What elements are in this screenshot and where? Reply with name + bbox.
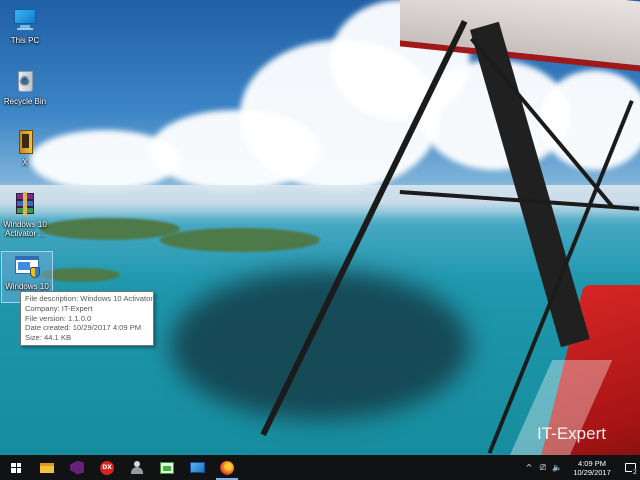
tooltip-version: File version: 1.1.0.0 [25, 313, 92, 323]
desktop-icon-activator-archive[interactable]: Windows 10 Activator ... [0, 190, 50, 238]
recycle-bin-icon: ♻ [11, 67, 39, 95]
taskbar-activator-app[interactable] [152, 455, 182, 480]
dx-icon: DX [100, 460, 114, 475]
user-icon [131, 461, 143, 474]
taskbar: DX ^ ⎚ 🔈 4:09 PM 10/29/2017 2 [0, 455, 640, 480]
taskbar-clock[interactable]: 4:09 PM 10/29/2017 [567, 459, 617, 477]
volume-icon[interactable]: 🔈 [550, 455, 564, 480]
taskbar-user-app[interactable] [122, 455, 152, 480]
desktop-wallpaper[interactable]: IT-Expert [0, 0, 640, 455]
activator-icon [160, 461, 174, 474]
tooltip-size: Size: 44.1 KB [25, 333, 72, 343]
taskbar-visual-studio[interactable] [62, 455, 92, 480]
taskbar-firefox[interactable] [212, 455, 242, 480]
network-icon[interactable]: ⎚ [536, 455, 550, 480]
clock-date: 10/29/2017 [573, 467, 611, 477]
firefox-icon [220, 460, 234, 475]
taskbar-file-explorer[interactable] [32, 455, 62, 480]
taskbar-remote-desktop[interactable] [182, 455, 212, 480]
book-icon [11, 128, 39, 156]
tooltip-description: File description: Windows 10 Activator [25, 294, 153, 303]
desktop-icon-x[interactable]: X [0, 128, 50, 167]
computer-icon [11, 6, 39, 34]
desktop-icon-label: This PC [10, 36, 40, 45]
file-info-tooltip: File description: Windows 10 Activator C… [20, 291, 154, 346]
desktop-icon-recycle-bin[interactable]: ♻ Recycle Bin [0, 67, 50, 106]
wallpaper-watermark: IT-Expert [537, 424, 606, 443]
desktop-icon-label: Recycle Bin [3, 97, 47, 106]
desktop-icon-this-pc[interactable]: This PC [0, 6, 50, 45]
desktop-icon-label: Windows 10 Activator ... [3, 220, 47, 238]
desktop-icon-label: X [22, 158, 28, 167]
windows-logo-icon [11, 462, 21, 473]
clock-time: 4:09 PM [578, 458, 606, 468]
tooltip-company: Company: IT-Expert [25, 303, 93, 313]
tooltip-date: Date created: 10/29/2017 4:09 PM [25, 323, 142, 333]
folder-icon [40, 462, 54, 473]
start-button[interactable] [0, 455, 32, 480]
winrar-archive-icon [11, 190, 39, 218]
system-tray: ^ ⎚ 🔈 4:09 PM 10/29/2017 2 [522, 455, 640, 480]
notification-count: 2 [632, 469, 638, 476]
chevron-up-icon[interactable]: ^ [522, 455, 536, 480]
taskbar-devexpress[interactable]: DX [92, 455, 122, 480]
action-center-button[interactable]: 2 [620, 455, 640, 480]
remote-desktop-icon [189, 462, 205, 473]
activator-app-icon [13, 252, 41, 280]
visual-studio-icon [70, 460, 84, 475]
